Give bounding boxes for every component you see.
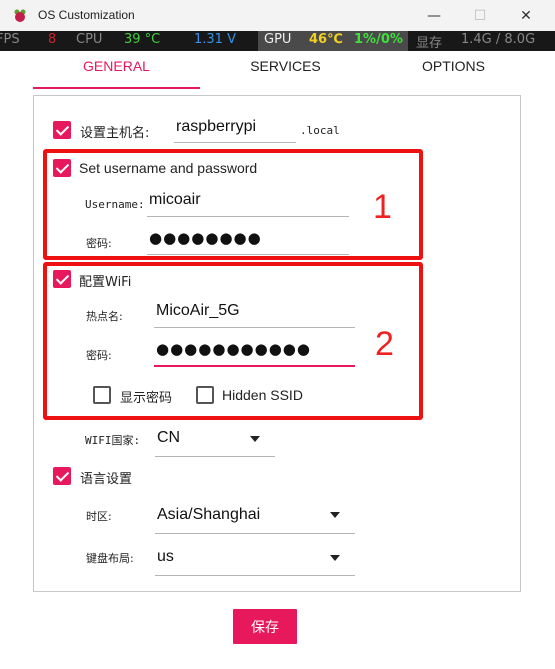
close-button[interactable]: ✕ — [503, 0, 549, 31]
gpu-temp: 46℃ — [309, 32, 343, 47]
hostname-input[interactable]: raspberrypi — [176, 118, 256, 136]
maximize-button[interactable]: ☐ — [457, 0, 503, 31]
cpu-label: CPU — [76, 32, 103, 47]
keyboard-underline — [155, 575, 355, 576]
cpu-temp: 39 °C — [124, 32, 161, 47]
timezone-underline — [155, 533, 355, 534]
hostname-checkbox[interactable] — [53, 121, 71, 139]
hostname-underline — [174, 142, 296, 143]
keyboard-select[interactable]: us — [157, 548, 174, 566]
title-bar: OS Customization — ☐ ✕ — [0, 0, 555, 31]
tab-services[interactable]: SERVICES — [202, 58, 369, 88]
tab-general[interactable]: GENERAL — [33, 58, 200, 88]
mem-value: 1.4G / 8.0G — [461, 32, 536, 47]
locale-checkbox[interactable] — [53, 467, 71, 485]
timezone-label: 时区: — [86, 510, 112, 523]
hostname-label: 设置主机名: — [80, 126, 150, 141]
os-customization-window: OS Customization — ☐ ✕ FPS 8 CPU 39 °C 1… — [0, 0, 555, 669]
cpu-voltage: 1.31 V — [194, 32, 236, 47]
raspberry-icon — [14, 9, 26, 22]
tab-general-underline — [33, 87, 200, 89]
tab-options[interactable]: OPTIONS — [370, 58, 537, 88]
annotation-box-1 — [43, 149, 423, 260]
save-button[interactable]: 保存 — [233, 609, 297, 644]
timezone-select[interactable]: Asia/Shanghai — [157, 506, 260, 524]
wifi-country-underline — [155, 456, 275, 457]
performance-overlay: FPS 8 CPU 39 °C 1.31 V GPU 46℃ 1%/0% 显存 … — [0, 31, 555, 51]
annotation-marker-2: 2 — [375, 325, 394, 363]
hostname-suffix: .local — [300, 124, 340, 137]
fps-value: 8 — [48, 32, 57, 47]
locale-label: 语言设置 — [80, 472, 133, 487]
keyboard-dropdown-icon[interactable] — [330, 555, 340, 561]
wifi-country-select[interactable]: CN — [157, 429, 180, 447]
annotation-marker-1: 1 — [373, 188, 392, 226]
window-title: OS Customization — [38, 8, 135, 22]
timezone-dropdown-icon[interactable] — [330, 512, 340, 518]
minimize-button[interactable]: — — [411, 0, 457, 31]
gpu-label: GPU — [264, 32, 292, 47]
annotation-box-2 — [43, 262, 423, 420]
mem-label: 显存 — [416, 36, 443, 51]
gpu-usage: 1%/0% — [354, 32, 403, 47]
wifi-country-dropdown-icon[interactable] — [250, 436, 260, 442]
wifi-country-label: WIFI国家: — [85, 434, 141, 447]
fps-label: FPS — [0, 32, 20, 47]
keyboard-label: 键盘布局: — [86, 552, 134, 565]
